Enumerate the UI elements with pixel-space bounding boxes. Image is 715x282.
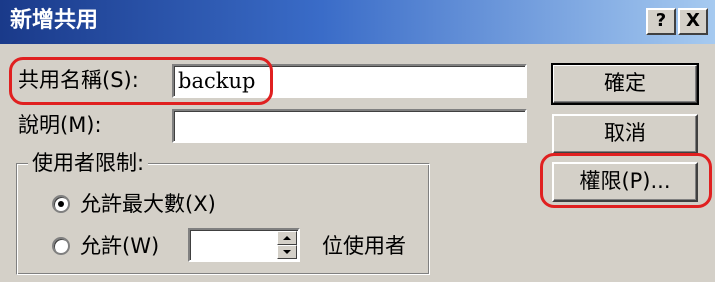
close-button[interactable]: X <box>678 8 708 35</box>
max-allowed-radio[interactable] <box>52 195 70 213</box>
max-allowed-label[interactable]: 允許最大數(X) <box>80 191 216 217</box>
help-button[interactable]: ? <box>646 8 676 35</box>
spinner-buttons <box>277 231 297 259</box>
window-title: 新增共用 <box>10 8 99 33</box>
description-label: 說明(M): <box>18 113 102 137</box>
allow-label[interactable]: 允許(W) <box>80 233 159 259</box>
arrow-down-icon <box>283 250 291 254</box>
user-count-spinner[interactable] <box>188 228 300 262</box>
ok-button[interactable]: 確定 <box>551 63 699 105</box>
users-suffix-label: 位使用者 <box>322 234 406 258</box>
user-count-input[interactable] <box>192 232 276 258</box>
spinner-up-button[interactable] <box>277 231 297 245</box>
radio-selected-dot <box>58 201 64 207</box>
spinner-down-button[interactable] <box>277 245 297 259</box>
description-input[interactable] <box>172 109 527 143</box>
permissions-button[interactable]: 權限(P)... <box>552 162 698 202</box>
share-name-input[interactable] <box>172 64 527 98</box>
arrow-up-icon <box>283 236 291 240</box>
allow-radio[interactable] <box>52 237 70 255</box>
share-name-label: 共用名稱(S): <box>18 68 139 92</box>
cancel-button[interactable]: 取消 <box>552 114 698 154</box>
new-share-dialog: 新增共用 ? X 共用名稱(S): 說明(M): 確定 取消 權限(P)... … <box>0 0 715 282</box>
title-bar[interactable]: 新增共用 ? X <box>0 0 715 44</box>
user-limit-group-label: 使用者限制: <box>28 150 149 176</box>
